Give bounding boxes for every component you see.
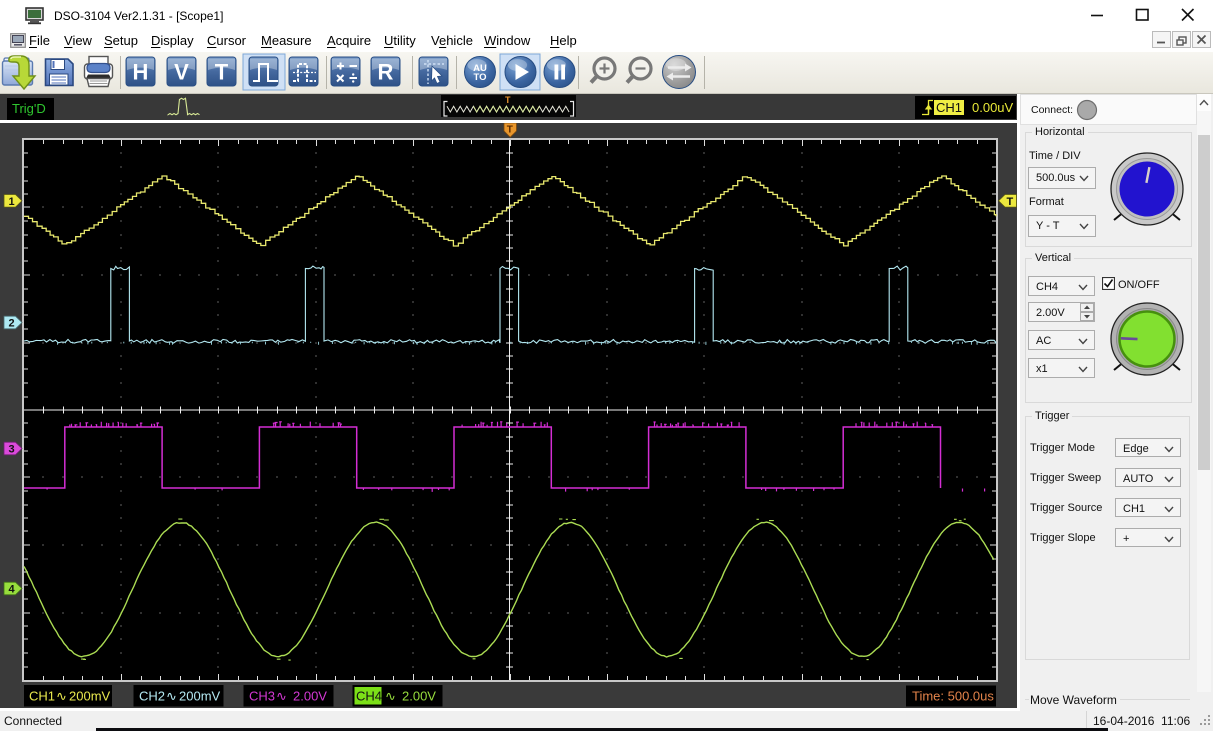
svg-text:R: R	[378, 60, 394, 85]
svg-text:CH4: CH4	[356, 688, 382, 703]
svg-text:200mV: 200mV	[69, 688, 111, 703]
svg-text:CH3: CH3	[249, 688, 275, 703]
svg-text:TO: TO	[473, 72, 486, 83]
svg-text:1: 1	[9, 196, 15, 208]
svg-text:2: 2	[9, 317, 15, 329]
svg-text:4: 4	[9, 583, 16, 595]
svg-text:T: T	[215, 60, 229, 85]
svg-text:T: T	[507, 124, 513, 135]
svg-text:∿: ∿	[166, 688, 177, 703]
svg-text:200mV: 200mV	[179, 688, 221, 703]
svg-text:V: V	[174, 60, 189, 85]
svg-text:T: T	[505, 95, 511, 105]
svg-text:∿: ∿	[385, 688, 396, 703]
svg-text:∿: ∿	[56, 688, 67, 703]
svg-text:H: H	[133, 60, 149, 85]
svg-text:2.00V: 2.00V	[293, 688, 327, 703]
svg-text:3: 3	[9, 443, 15, 455]
svg-text:Time: 500.0us: Time: 500.0us	[912, 688, 994, 703]
svg-text:T: T	[1007, 196, 1014, 208]
svg-text:CH2: CH2	[139, 688, 165, 703]
svg-text:CH1: CH1	[29, 688, 55, 703]
svg-text:∿: ∿	[276, 688, 287, 703]
svg-text:2.00V: 2.00V	[402, 688, 436, 703]
